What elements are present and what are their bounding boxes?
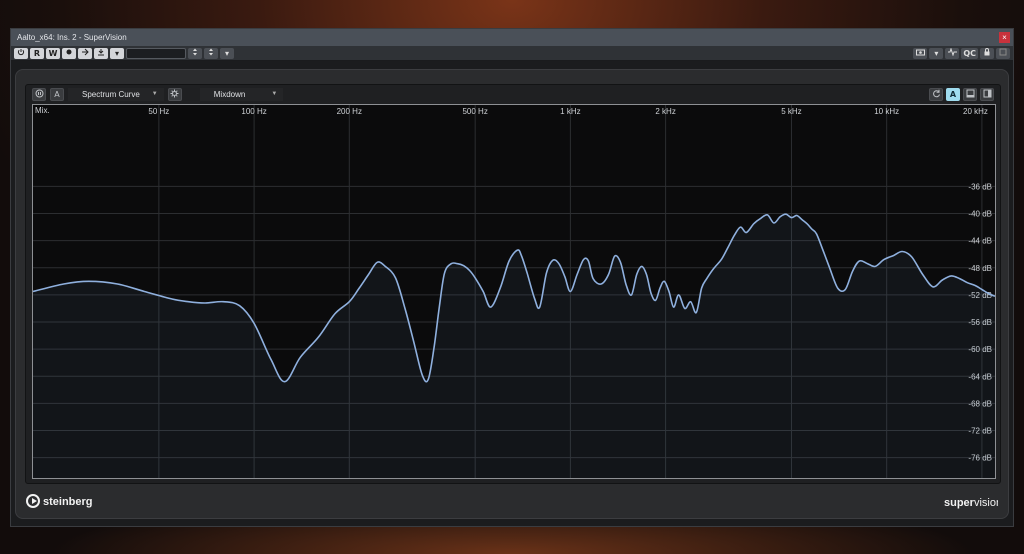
lock-icon (984, 47, 990, 55)
save-preset-button[interactable] (204, 47, 218, 59)
source-value: Mixdown (213, 90, 246, 99)
pause-button[interactable] (32, 88, 46, 101)
load-preset-button[interactable] (188, 47, 202, 59)
host-toolbar: R W ▾ ▾ ▾ QC (11, 46, 1013, 61)
camera-button[interactable] (913, 47, 928, 59)
refresh-icon (932, 89, 940, 98)
mode-label: Mix. (35, 106, 50, 115)
power-button[interactable] (14, 47, 28, 59)
gear-icon (170, 89, 179, 98)
module-type-select[interactable]: Spectrum Curve ▼ (68, 88, 164, 101)
grip-icon (999, 48, 1007, 55)
reset-button[interactable] (929, 88, 943, 101)
module-settings-button[interactable] (167, 88, 182, 101)
module-slot: A Spectrum Curve ▼ Mixdown ▼ A Mix. 50 H… (25, 84, 1001, 484)
y-tick-label: -48 dB (968, 264, 992, 273)
module-type-value: Spectrum Curve (82, 90, 140, 99)
bypass-button[interactable] (62, 47, 76, 59)
split-view-icon (983, 89, 991, 98)
module-toolbar: A Spectrum Curve ▼ Mixdown ▼ A (26, 85, 1000, 104)
window-title: Aalto_x64: Ins. 2 - SuperVision (17, 33, 127, 42)
supervision-panel: A Spectrum Curve ▼ Mixdown ▼ A Mix. 50 H… (15, 69, 1009, 519)
title-bar[interactable]: Aalto_x64: Ins. 2 - SuperVision × (11, 29, 1013, 46)
x-tick-label: 10 kHz (874, 107, 899, 116)
source-select[interactable]: Mixdown ▼ (199, 88, 284, 101)
x-tick-label: 20 kHz (963, 107, 988, 116)
channel-a-button[interactable]: A (50, 88, 64, 101)
x-tick-label: 50 Hz (148, 107, 169, 116)
supervision-wordmark: supervision (944, 497, 1002, 509)
x-tick-label: 500 Hz (462, 107, 487, 116)
preset-menu-button[interactable]: ▾ (110, 47, 124, 59)
arrows-up-down-icon (193, 48, 197, 55)
write-automation-button[interactable]: W (46, 47, 60, 59)
y-tick-label: -40 dB (968, 210, 992, 219)
pulse-icon (947, 46, 957, 57)
camera-icon (915, 49, 925, 55)
arrows-up-down-icon (209, 48, 213, 55)
sidechain-icon (98, 48, 104, 55)
steinberg-logo: steinberg (26, 494, 95, 508)
preset-options-button[interactable]: ▾ (220, 47, 234, 59)
activity-button[interactable] (945, 46, 960, 59)
x-tick-label: 100 Hz (241, 107, 266, 116)
power-icon (17, 48, 25, 55)
plugin-window: Aalto_x64: Ins. 2 - SuperVision × R W ▾ … (10, 28, 1014, 527)
read-automation-button[interactable]: R (30, 47, 44, 59)
function-menu-button[interactable]: ▾ (929, 47, 944, 59)
spectrum-plot[interactable]: Mix. 50 Hz 100 Hz 200 Hz 500 Hz 1 kHz 2 kHz 5 … (32, 104, 996, 479)
x-tick-label: 1 kHz (560, 107, 580, 116)
chevron-down-icon: ▼ (271, 91, 278, 97)
pause-icon (35, 89, 43, 98)
steinberg-wordmark: steinberg (43, 496, 93, 508)
x-tick-labels: 50 Hz 100 Hz 200 Hz 500 Hz 1 kHz 2 kHz 5 kHz 10… (148, 107, 987, 116)
x-tick-label: 5 kHz (781, 107, 801, 116)
compare-button[interactable] (78, 47, 92, 59)
close-button[interactable]: × (999, 32, 1010, 43)
lock-button[interactable] (980, 47, 994, 59)
chevron-down-icon: ▼ (151, 91, 158, 97)
layout-single-button[interactable] (963, 88, 977, 101)
svg-text:supervision: supervision (944, 497, 998, 509)
resize-button[interactable] (996, 47, 1010, 59)
layout-split-button[interactable] (980, 88, 994, 101)
sidechain-button[interactable] (94, 47, 108, 59)
bypass-icon (66, 49, 72, 54)
spectrum-chart[interactable]: Mix. 50 Hz 100 Hz 200 Hz 500 Hz 1 kHz 2 kHz 5 … (32, 105, 996, 478)
x-tick-label: 2 kHz (655, 107, 675, 116)
y-tick-label: -44 dB (968, 237, 992, 246)
plugin-footer: steinberg supervision (26, 494, 1002, 512)
preset-name-field[interactable] (126, 47, 186, 59)
supervision-logo: supervision (944, 495, 1002, 512)
x-tick-label: 200 Hz (337, 107, 362, 116)
module-right-controls: A (929, 88, 994, 101)
channel-a-toggle[interactable]: A (946, 88, 960, 101)
compare-icon (82, 48, 89, 55)
layout-icon (966, 89, 974, 98)
y-tick-label: -36 dB (968, 182, 992, 191)
quick-controls-button[interactable]: QC (961, 47, 978, 59)
svg-text:steinberg: steinberg (43, 496, 93, 508)
play-icon (26, 494, 40, 508)
